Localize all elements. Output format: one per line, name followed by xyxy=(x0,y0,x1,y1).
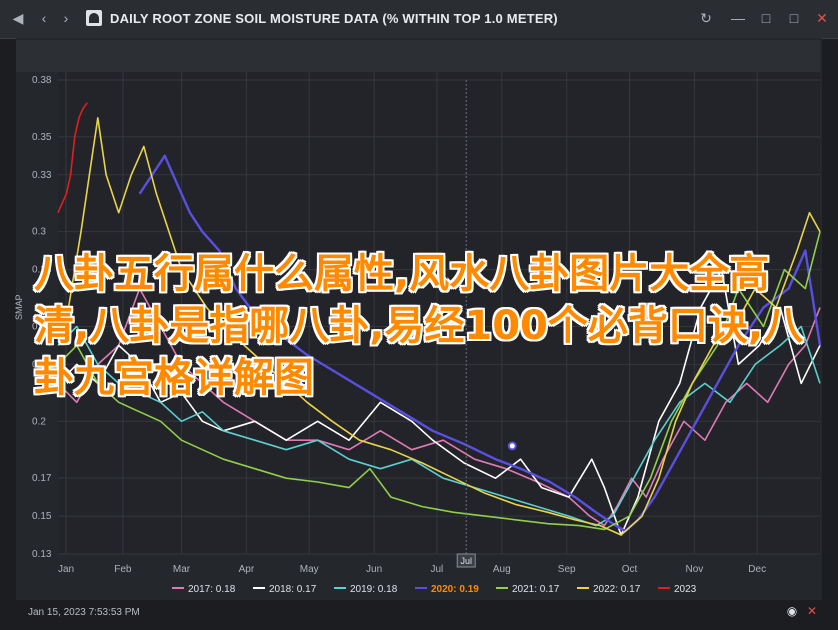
x-axis-ticks: Jan Feb Mar Apr May Jun Jul Aug Sep Oct Nov Dec xyxy=(58,564,766,575)
x-tick-label: Apr xyxy=(239,564,255,575)
chart-svg: 0.13 0.15 0.17 0.2 0.23 0.25 0.28 0.3 0.33 0.35 0.… xyxy=(14,72,822,600)
y-tick-label: 0.35 xyxy=(32,132,52,143)
legend-item[interactable]: 2018: 0.17 xyxy=(269,584,317,595)
y-tick-label: 0.3 xyxy=(32,227,46,238)
x-tick-label: Mar xyxy=(173,564,191,575)
y-axis-ticks: 0.13 0.15 0.17 0.2 0.23 0.25 0.28 0.3 0.33 0.35 0.… xyxy=(32,75,52,560)
footer-close-icon[interactable]: ✕ xyxy=(804,603,820,619)
x-tick-label: Feb xyxy=(114,564,132,575)
footer-timestamp: Jan 15, 2023 7:53:53 PM xyxy=(28,607,140,618)
x-tick-label: Jan xyxy=(58,564,74,575)
y-axis-label: SMAP xyxy=(14,294,24,320)
legend-item[interactable]: 2019: 0.18 xyxy=(350,584,398,595)
legend-item[interactable]: 2021: 0.17 xyxy=(512,584,560,595)
x-tick-label: Sep xyxy=(558,564,576,575)
x-tick-label: Dec xyxy=(748,564,766,575)
y-tick-label: 0.15 xyxy=(32,511,52,522)
y-tick-label: 0.38 xyxy=(32,75,52,86)
plot-area xyxy=(58,72,820,554)
legend-item[interactable]: 2017: 0.18 xyxy=(188,584,236,595)
hover-point[interactable] xyxy=(507,441,517,451)
legend-item[interactable]: 2020: 0.19 xyxy=(431,584,479,595)
x-tick-label: Nov xyxy=(685,564,703,575)
y-tick-label: 0.28 xyxy=(32,265,52,276)
x-tick-label: May xyxy=(300,564,319,575)
legend-item[interactable]: 2023 xyxy=(674,584,697,595)
x-tick-label: Aug xyxy=(493,564,511,575)
y-tick-label: 0.25 xyxy=(32,321,52,332)
legend-item[interactable]: 2022: 0.17 xyxy=(593,584,641,595)
x-tick-label: Oct xyxy=(622,564,638,575)
crosshair-label: Jul xyxy=(460,556,472,566)
y-tick-label: 0.23 xyxy=(32,359,52,370)
y-tick-label: 0.33 xyxy=(32,170,52,181)
x-tick-label: Jun xyxy=(366,564,382,575)
snapshot-icon[interactable]: ◉ xyxy=(784,603,800,619)
y-tick-label: 0.17 xyxy=(32,473,52,484)
y-tick-label: 0.2 xyxy=(32,416,46,427)
x-tick-label: Jul xyxy=(431,564,444,575)
y-tick-label: 0.13 xyxy=(32,549,52,560)
